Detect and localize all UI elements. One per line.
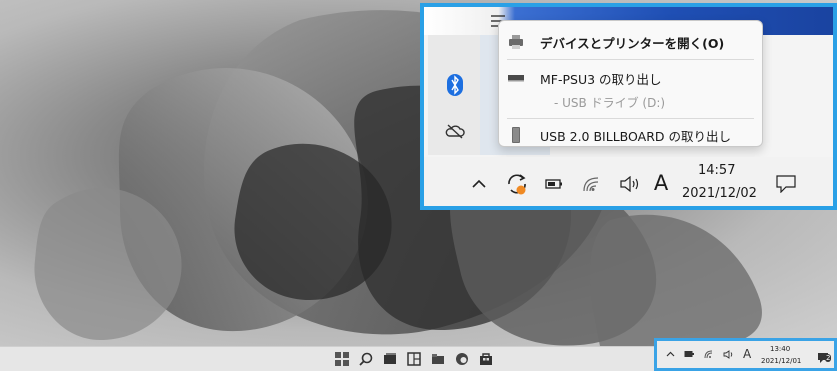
mini-ime-indicator[interactable]: A bbox=[743, 347, 751, 361]
search-icon[interactable] bbox=[358, 351, 374, 367]
menu-label-eject-usb-billboard: USB 2.0 BILLBOARD の取り出し bbox=[540, 128, 731, 144]
start-icon[interactable] bbox=[334, 351, 350, 367]
mini-clock-date[interactable]: 2021/12/01 bbox=[761, 357, 801, 365]
notification-center-icon[interactable] bbox=[775, 174, 797, 194]
menu-subitem-usb-drive-d: - USB ドライブ (D:) bbox=[499, 89, 762, 115]
task-view-icon[interactable] bbox=[382, 351, 398, 367]
mini-show-hidden-icons-chevron-icon[interactable] bbox=[666, 350, 675, 362]
zoomed-tray-panel: デバイスとプリンターを開く(O) MF-PSU3 の取り出し - USB ドライ… bbox=[420, 3, 837, 210]
mini-system-tray: A 13:40 2021/12/01 2 bbox=[654, 338, 837, 371]
mini-clock-time[interactable]: 13:40 bbox=[770, 345, 790, 353]
widgets-icon[interactable] bbox=[406, 351, 422, 367]
menu-label-open-devices: デバイスとプリンターを開く(O) bbox=[540, 35, 725, 51]
safely-remove-context-menu: デバイスとプリンターを開く(O) MF-PSU3 の取り出し - USB ドライ… bbox=[498, 20, 763, 147]
wifi-icon[interactable] bbox=[582, 174, 602, 194]
clock-date[interactable]: 2021/12/02 bbox=[682, 186, 757, 201]
store-icon[interactable] bbox=[478, 351, 494, 367]
menu-separator bbox=[507, 59, 754, 60]
bluetooth-icon[interactable] bbox=[435, 65, 475, 105]
battery-icon[interactable] bbox=[544, 176, 564, 192]
ime-indicator[interactable]: A bbox=[650, 170, 672, 196]
volume-icon[interactable] bbox=[620, 174, 640, 194]
menu-label-eject-mf-psu3: MF-PSU3 の取り出し bbox=[540, 71, 662, 87]
file-explorer-icon[interactable] bbox=[430, 351, 446, 367]
menu-label-usb-drive-d: - USB ドライブ (D:) bbox=[554, 95, 666, 110]
usb-billboard-device-icon bbox=[507, 126, 525, 144]
menu-separator bbox=[507, 118, 754, 119]
drive-icon bbox=[507, 69, 525, 87]
menu-item-open-devices-and-printers[interactable]: デバイスとプリンターを開く(O) bbox=[499, 29, 762, 55]
mini-volume-icon[interactable] bbox=[723, 350, 734, 362]
onedrive-offline-icon[interactable] bbox=[435, 111, 475, 151]
mini-notification-icon[interactable]: 2 bbox=[817, 350, 832, 363]
mini-battery-icon[interactable] bbox=[684, 350, 694, 361]
windows-update-sync-icon[interactable] bbox=[504, 171, 530, 197]
show-hidden-icons-chevron-icon[interactable] bbox=[470, 175, 488, 193]
clock-time[interactable]: 14:57 bbox=[698, 163, 735, 178]
zoomed-taskbar: A 14:57 2021/12/02 bbox=[424, 157, 833, 206]
edge-browser-icon[interactable] bbox=[454, 351, 470, 367]
devices-and-printers-icon bbox=[507, 33, 525, 51]
mini-wifi-icon[interactable] bbox=[704, 350, 714, 362]
menu-item-eject-mf-psu3[interactable]: MF-PSU3 の取り出し bbox=[499, 65, 762, 91]
menu-item-eject-usb-billboard[interactable]: USB 2.0 BILLBOARD の取り出し bbox=[499, 122, 762, 148]
